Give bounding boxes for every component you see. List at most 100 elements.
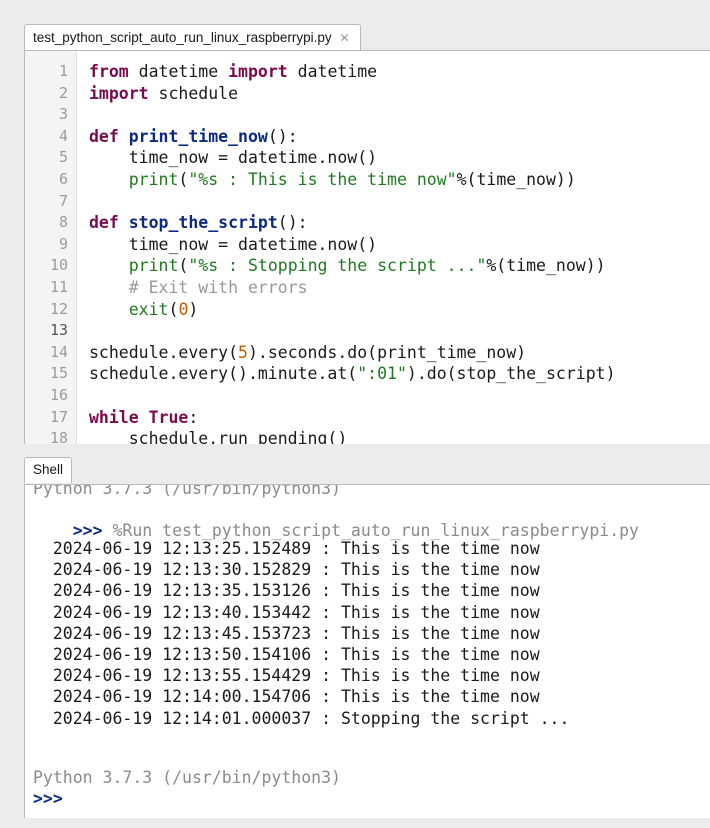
code-text: import schedule: [89, 83, 238, 104]
code-token: def: [89, 213, 119, 233]
close-tab-icon[interactable]: ✕: [339, 31, 349, 45]
shell-output-line: 2024-06-19 12:13:50.154106 : This is the…: [33, 645, 540, 664]
code-token: %(time_now)): [486, 256, 606, 276]
line-number: 8: [58, 213, 68, 232]
line-number: 10: [49, 256, 68, 275]
code-token: schedule.every(: [89, 342, 239, 362]
code-token: "%s : Stopping the script ...": [188, 256, 487, 276]
line-number: 12: [49, 299, 68, 318]
code-token: (: [178, 170, 189, 189]
line-number: 7: [58, 191, 68, 210]
code-text: time_now = datetime.now(): [89, 234, 377, 255]
line-number: 18: [49, 429, 68, 445]
code-token: ).do(stop_the_script): [406, 364, 616, 384]
code-token: from: [89, 62, 129, 81]
shell-footer-prompt[interactable]: >>>: [33, 788, 63, 809]
code-text: print("%s : This is the time now"%(time_…: [89, 169, 576, 190]
code-token: 5: [238, 342, 248, 362]
code-token: ).seconds.do(print_time_now): [247, 342, 527, 362]
editor-tab-filename: test_python_script_auto_run_linux_raspbe…: [33, 30, 332, 45]
line-number: 11: [49, 278, 68, 296]
code-token: print: [128, 170, 179, 189]
code-text: print("%s : Stopping the script ..."%(ti…: [89, 255, 606, 276]
code-token: while: [89, 407, 139, 427]
code-token: time_now = datetime.now(): [89, 234, 378, 254]
code-text: from datetime import datetime: [89, 61, 377, 82]
window-left-edge: [0, 0, 14, 828]
code-token: datetime: [128, 62, 229, 81]
code-token: ():: [277, 213, 308, 233]
code-text: # Exit with errors: [89, 277, 308, 298]
line-number: 13: [49, 321, 68, 340]
code-token: ":01": [357, 364, 407, 384]
shell-run-line: >>> %Run test_python_script_auto_run_lin…: [33, 499, 639, 540]
code-token: def: [89, 126, 119, 146]
code-text: schedule.every(5).seconds.do(print_time_…: [89, 342, 526, 363]
line-number: 15: [49, 364, 68, 383]
code-editor[interactable]: 1 from datetime import datetime 2 import sc…: [24, 50, 710, 445]
code-token: datetime: [287, 62, 378, 81]
code-token: stop_the_script: [128, 213, 278, 233]
line-number: 4: [58, 126, 68, 145]
shell-header-partial: Python 3.7.3 (/usr/bin/python3): [33, 484, 341, 498]
code-token: schedule.every().minute.at(: [89, 364, 358, 384]
code-text: while True:: [89, 407, 198, 428]
line-number: 9: [58, 234, 68, 253]
shell-output-line: 2024-06-19 12:13:40.153442 : This is the…: [33, 602, 540, 622]
code-token: (: [178, 256, 189, 276]
code-token: :: [188, 407, 199, 427]
code-token: True: [148, 407, 189, 427]
tab-shell[interactable]: Shell: [24, 457, 72, 483]
code-token: ():: [267, 126, 298, 146]
shell-tab-bar: Shell: [24, 453, 710, 483]
line-number: 14: [49, 342, 68, 361]
shell-output-line: 2024-06-19 12:14:00.154706 : This is the…: [33, 687, 540, 707]
code-token: print: [128, 256, 179, 276]
code-token: "%s : This is the time now": [188, 170, 457, 189]
code-token: ): [188, 299, 199, 319]
code-text: time_now = datetime.now(): [89, 147, 377, 168]
code-token: schedule: [148, 83, 239, 103]
shell-console[interactable]: Python 3.7.3 (/usr/bin/python3) >>> %Run…: [24, 484, 710, 819]
shell-output-line: 2024-06-19 12:14:01.000037 : Stopping th…: [33, 708, 570, 728]
code-token: exit: [128, 299, 169, 319]
code-token: %(time_now)): [456, 170, 576, 189]
shell-footer-header: Python 3.7.3 (/usr/bin/python3): [33, 768, 341, 787]
code-text: schedule.run_pending(): [89, 428, 348, 445]
line-number: 17: [49, 407, 68, 426]
shell-output-line: 2024-06-19 12:13:45.153723 : This is the…: [33, 623, 540, 643]
code-token: import: [89, 83, 149, 103]
shell-output-line: 2024-06-19 12:13:55.154429 : This is the…: [33, 666, 540, 686]
code-text: schedule.every().minute.at(":01").do(sto…: [89, 363, 616, 384]
shell-output-line: 2024-06-19 12:13:30.152829 : This is the…: [33, 560, 540, 580]
code-text: exit(0): [89, 299, 199, 320]
editor-bottom-strip: [24, 444, 710, 453]
line-number: 3: [58, 105, 68, 124]
line-number: 6: [58, 170, 68, 188]
line-number: 5: [58, 148, 68, 167]
code-token: time_now = datetime.now(): [89, 148, 378, 168]
editor-tab[interactable]: test_python_script_auto_run_linux_raspbe…: [24, 24, 361, 51]
shell-output-line: 2024-06-19 12:13:25.152489 : This is the…: [33, 539, 540, 558]
line-number: 16: [49, 386, 68, 404]
code-token: 0: [178, 299, 189, 319]
window-bottom-strip: [0, 818, 710, 828]
code-token: # Exit with errors: [89, 278, 308, 297]
code-text: def stop_the_script():: [89, 212, 308, 233]
editor-tab-bar: test_python_script_auto_run_linux_raspbe…: [24, 24, 710, 51]
code-token: print_time_now: [128, 126, 268, 146]
line-number: 2: [58, 83, 68, 102]
shell-output-line: 2024-06-19 12:13:35.153126 : This is the…: [33, 581, 540, 601]
code-token: (: [168, 299, 179, 319]
line-number: 1: [58, 62, 68, 80]
window-top-strip: [14, 0, 710, 24]
code-token: schedule.run_pending(): [89, 429, 348, 445]
code-text: def print_time_now():: [89, 126, 298, 147]
code-token: import: [228, 62, 288, 81]
